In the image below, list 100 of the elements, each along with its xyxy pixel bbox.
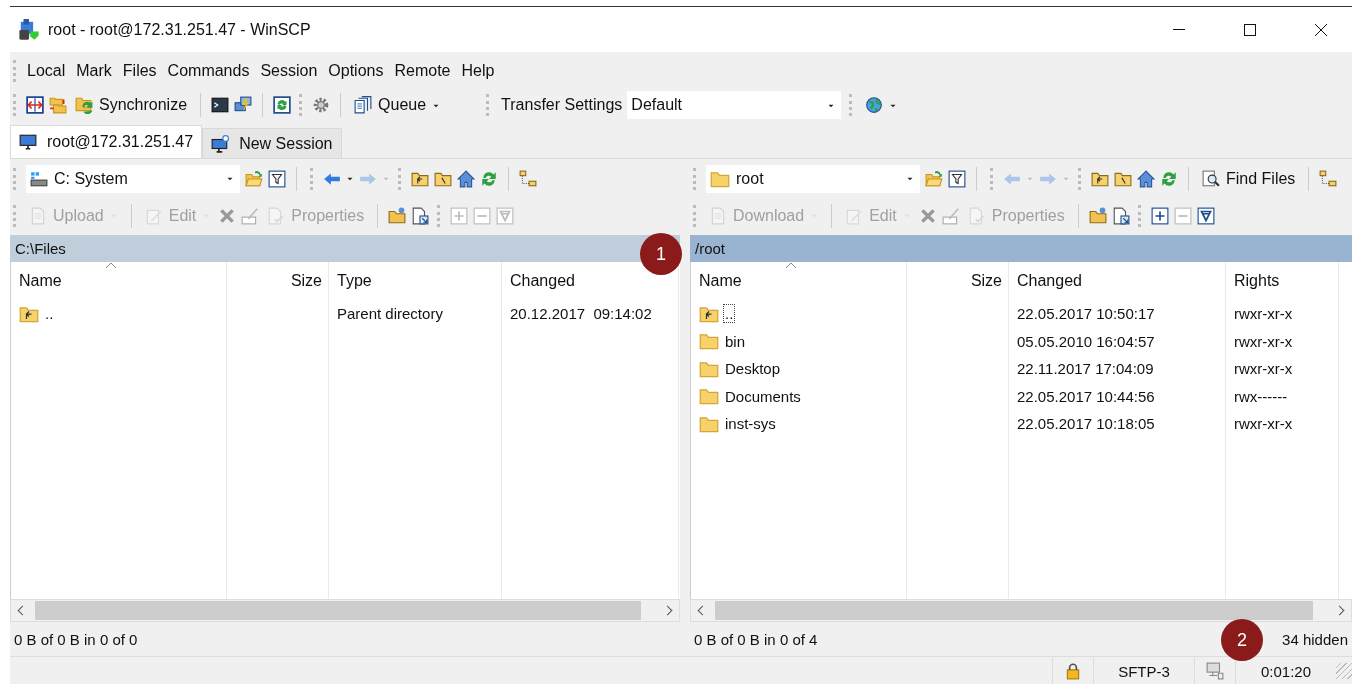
- folder-icon: [699, 386, 719, 407]
- tree-icon[interactable]: [519, 169, 537, 188]
- refresh-icon[interactable]: [273, 96, 292, 114]
- minimize-icon: [1172, 29, 1185, 30]
- file-name[interactable]: Documents: [723, 386, 803, 406]
- caret-icon[interactable]: [432, 102, 441, 108]
- column-header[interactable]: Type: [329, 262, 501, 297]
- location-dropdown[interactable]: C: System: [26, 164, 240, 193]
- status-text: 0 B of 0 B in 0 of 4: [694, 630, 818, 648]
- menu-item[interactable]: Help: [455, 58, 500, 84]
- maximize-icon: [1241, 21, 1258, 38]
- file-name[interactable]: Desktop: [723, 359, 783, 379]
- table-cell: rwxr-xr-x: [1234, 360, 1293, 378]
- compare-icon[interactable]: [26, 96, 44, 114]
- table-cell: 22.05.2017 10:50:17: [1017, 305, 1155, 323]
- table-cell: rwxr-xr-x: [1234, 305, 1293, 323]
- folder-open-icon[interactable]: [245, 169, 263, 188]
- monitor-icon: [1206, 662, 1224, 680]
- filter-icon[interactable]: [268, 169, 286, 188]
- table-cell: Parent directory: [337, 305, 443, 323]
- session-tab[interactable]: New Session: [202, 128, 342, 158]
- shortcut-icon[interactable]: [411, 206, 430, 225]
- new-folder-icon[interactable]: [1088, 206, 1107, 225]
- tree-icon[interactable]: [1319, 169, 1338, 188]
- filter-down-icon[interactable]: [1196, 206, 1215, 225]
- documents-icon: [354, 96, 373, 114]
- transfer-settings-label: Transfer Settings: [501, 96, 623, 114]
- horizontal-scrollbar[interactable]: [690, 599, 1352, 622]
- file-name[interactable]: inst-sys: [723, 414, 778, 434]
- caret-icon[interactable]: [827, 102, 836, 108]
- location-dropdown[interactable]: root: [706, 164, 920, 193]
- transfer-settings-dropdown[interactable]: Default: [627, 91, 842, 119]
- drive-icon: [30, 169, 48, 188]
- search-icon: [1202, 169, 1220, 188]
- filter-icon[interactable]: [948, 169, 966, 188]
- find-files-button[interactable]: Find Files: [1199, 167, 1299, 190]
- new-session-icon: [211, 134, 230, 153]
- file-name[interactable]: ..: [43, 304, 56, 324]
- app-icon: [18, 18, 40, 41]
- settings-icon[interactable]: [312, 96, 331, 114]
- synchronize-button[interactable]: Synchronize: [72, 94, 191, 116]
- folder-icon: [699, 331, 719, 352]
- table-cell: 22.05.2017 10:18:05: [1017, 415, 1155, 433]
- signature-icon: [941, 206, 960, 225]
- caret-icon[interactable]: [226, 176, 234, 181]
- horizontal-scrollbar[interactable]: [10, 599, 680, 622]
- properties-icon: [267, 206, 286, 225]
- caret-icon[interactable]: [906, 176, 914, 181]
- menu-item[interactable]: Local: [21, 58, 71, 84]
- menu-item[interactable]: Options: [322, 58, 389, 84]
- lock-icon: [1064, 662, 1082, 680]
- globe-icon: [865, 96, 884, 114]
- queue-button[interactable]: Queue: [351, 94, 444, 116]
- table-cell: rwx------: [1234, 387, 1288, 405]
- menu-item[interactable]: Remote: [388, 58, 456, 84]
- window-title: root - root@172.31.251.47 - WinSCP: [48, 20, 311, 39]
- menu-item[interactable]: Session: [254, 58, 323, 84]
- file-name[interactable]: bin: [723, 331, 748, 351]
- menu-item[interactable]: Files: [116, 58, 162, 84]
- column-header[interactable]: Size: [227, 262, 328, 297]
- table-cell: 05.05.2010 16:04:57: [1017, 332, 1155, 350]
- document-icon: [709, 206, 727, 225]
- column-header[interactable]: Rights: [1226, 262, 1338, 297]
- resize-grip[interactable]: [1336, 663, 1352, 679]
- table-cell: 22.11.2017 17:04:09: [1017, 360, 1154, 378]
- hidden-count: 34 hidden: [1282, 630, 1348, 648]
- column-header[interactable]: Size: [907, 262, 1008, 297]
- folders-icon[interactable]: [49, 96, 67, 114]
- delete-icon: [918, 206, 937, 225]
- table-cell: rwxr-xr-x: [1234, 415, 1293, 433]
- caret-icon[interactable]: [346, 176, 354, 181]
- delete-icon: [218, 206, 237, 225]
- caret-icon[interactable]: [889, 102, 898, 108]
- folder-open-icon[interactable]: [925, 169, 943, 188]
- properties-icon: [967, 206, 986, 225]
- plus-icon[interactable]: [1150, 206, 1169, 225]
- column-header[interactable]: Changed: [1009, 262, 1225, 297]
- table-cell: rwxr-xr-x: [1234, 332, 1293, 350]
- menu-item[interactable]: Mark: [70, 58, 117, 84]
- document-icon: [29, 206, 47, 225]
- menu-item[interactable]: Commands: [161, 58, 255, 84]
- home-icon[interactable]: [1137, 169, 1155, 188]
- signature-icon: [241, 206, 260, 225]
- session-tab[interactable]: root@172.31.251.47: [10, 125, 203, 158]
- file-name[interactable]: ..: [723, 304, 736, 324]
- column-header[interactable]: Name: [691, 262, 906, 297]
- status-text: 0 B of 0 B in 0 of 0: [14, 630, 138, 648]
- callout-marker: 2: [1221, 619, 1263, 661]
- folder-arrows-icon: [75, 96, 93, 114]
- table-cell: 22.05.2017 10:44:56: [1017, 387, 1155, 405]
- table-cell: 20.12.2017 09:14:02: [510, 305, 652, 323]
- path-bar: /root: [690, 235, 1352, 262]
- new-folder-icon[interactable]: [388, 206, 407, 225]
- column-header[interactable]: Name: [11, 262, 226, 297]
- computers-icon[interactable]: [234, 96, 253, 114]
- shortcut-icon[interactable]: [1111, 206, 1130, 225]
- close-icon: [1312, 21, 1329, 38]
- home-icon[interactable]: [457, 169, 475, 188]
- monitor-icon: [19, 133, 37, 151]
- terminal-icon[interactable]: [211, 96, 230, 114]
